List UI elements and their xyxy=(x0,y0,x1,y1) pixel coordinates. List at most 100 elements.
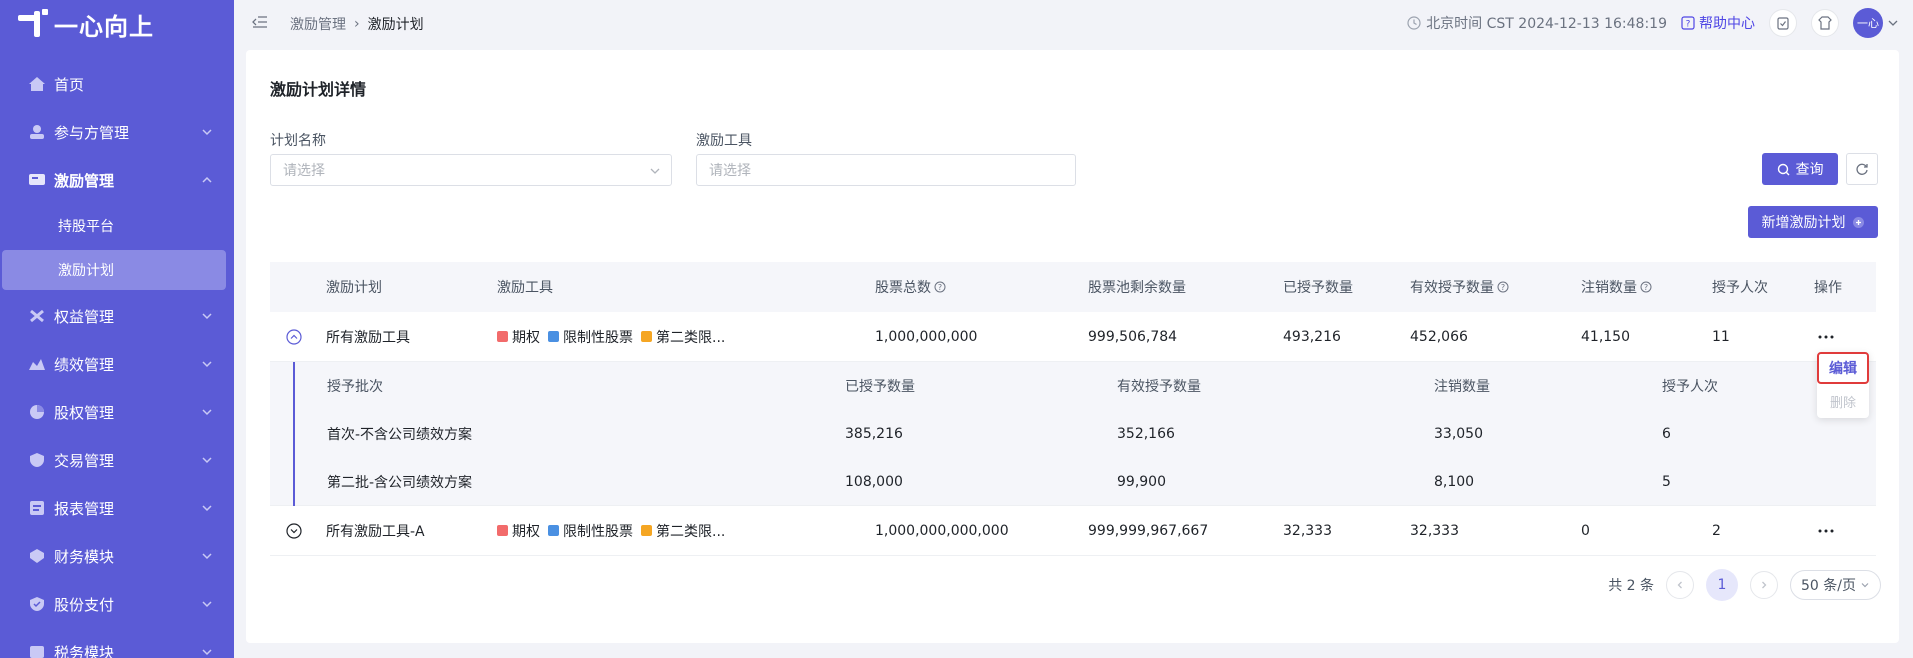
sidebar-subitem-incentive-plan[interactable]: 激励计划 xyxy=(2,250,226,290)
plus-circle-icon xyxy=(1852,216,1864,228)
sidebar-item-equity-rights[interactable]: 权益管理 xyxy=(0,292,234,340)
sub-cell-cancelled: 8,100 xyxy=(1434,474,1475,490)
breadcrumb-separator-icon: › xyxy=(354,16,360,32)
brand-logo[interactable]: 一心向上 xyxy=(18,8,154,41)
collapse-menu-icon[interactable] xyxy=(252,14,268,30)
help-center-link[interactable]: ? 帮助中心 xyxy=(1681,13,1755,33)
tool-placeholder: 请选择 xyxy=(709,163,751,179)
total-count: 共 2 条 xyxy=(1608,578,1655,594)
sidebar-item-home[interactable]: 首页 xyxy=(0,60,234,108)
tool-tag-label: 第二类限... xyxy=(656,523,726,540)
sidebar-item-equity[interactable]: 股权管理 xyxy=(0,388,234,436)
sidebar-item-incentive[interactable]: 激励管理 xyxy=(0,156,234,204)
logo-mark-icon xyxy=(18,9,48,39)
tax-icon xyxy=(28,644,46,658)
query-button[interactable]: 查询 xyxy=(1762,153,1838,185)
question-circle-icon[interactable]: ? xyxy=(934,281,946,293)
tool-tag-label: 限制性股票 xyxy=(563,329,633,346)
sub-cell-granted: 108,000 xyxy=(845,474,903,490)
sidebar-item-trading[interactable]: 交易管理 xyxy=(0,436,234,484)
expand-row-button[interactable] xyxy=(286,506,302,555)
row-actions-popover: 编辑 删除 xyxy=(1817,352,1869,418)
delete-action[interactable]: 删除 xyxy=(1817,386,1869,416)
sidebar-item-performance[interactable]: 绩效管理 xyxy=(0,340,234,388)
svg-text:?: ? xyxy=(938,283,942,292)
prev-page-button[interactable] xyxy=(1666,571,1695,599)
page-number[interactable]: 1 xyxy=(1706,569,1739,601)
sidebar-subitem-label: 激励计划 xyxy=(58,263,114,279)
sub-cell-batch: 首次-不含公司绩效方案 xyxy=(327,427,473,443)
question-circle-icon[interactable]: ? xyxy=(1497,281,1509,293)
breadcrumb-current: 激励计划 xyxy=(367,17,424,33)
more-horizontal-icon xyxy=(1818,335,1834,338)
sidebar: 一心向上 首页 参与方管理 激励管理 持股平台 激励计划 权益管理 绩效管理 股… xyxy=(0,0,234,658)
sidebar-item-label: 参与方管理 xyxy=(54,123,130,142)
sub-cell-batch: 第二批-含公司绩效方案 xyxy=(327,475,473,491)
chevron-down-icon xyxy=(202,553,212,560)
sidebar-item-tax[interactable]: 税务模块 xyxy=(0,628,234,658)
svg-text:?: ? xyxy=(1686,20,1691,30)
tool-tag-label: 第二类限... xyxy=(656,329,726,346)
tasks-button[interactable] xyxy=(1769,9,1797,37)
cell-remaining: 999,506,784 xyxy=(1088,328,1178,345)
header-people: 授予人次 xyxy=(1712,280,1768,296)
badge-icon xyxy=(28,596,46,612)
breadcrumb-item[interactable]: 激励管理 xyxy=(290,14,346,34)
more-actions-button[interactable] xyxy=(1818,506,1834,555)
table-row: 所有激励工具-A 期权 限制性股票 第二类限... 1,000,000,000,… xyxy=(270,506,1876,556)
cell-people: 2 xyxy=(1712,522,1721,539)
question-circle-icon[interactable]: ? xyxy=(1640,281,1652,293)
sidebar-subitem-holding-platform[interactable]: 持股平台 xyxy=(0,204,234,248)
chevron-up-circle-icon xyxy=(286,328,302,345)
sub-cell-effective: 99,900 xyxy=(1117,474,1166,490)
chevron-down-icon xyxy=(1888,20,1898,26)
subheader-people: 授予人次 xyxy=(1662,379,1718,395)
cell-effective: 32,333 xyxy=(1410,522,1459,539)
sidebar-item-reports[interactable]: 报表管理 xyxy=(0,484,234,532)
reset-button[interactable] xyxy=(1846,153,1878,185)
header-actions: 北京时间 CST 2024-12-13 16:48:19 ? 帮助中心 一心 xyxy=(1407,8,1899,38)
cell-remaining: 999,999,967,667 xyxy=(1088,522,1209,539)
edit-action[interactable]: 编辑 xyxy=(1817,352,1869,384)
chevron-up-icon xyxy=(202,176,212,183)
sidebar-item-label: 绩效管理 xyxy=(54,355,115,374)
chevron-down-icon xyxy=(202,457,212,464)
add-plan-label: 新增激励计划 xyxy=(1761,215,1846,231)
cell-tools: 期权 限制性股票 第二类限... xyxy=(497,312,725,361)
sidebar-item-participants[interactable]: 参与方管理 xyxy=(0,108,234,156)
chevron-down-icon xyxy=(202,409,212,416)
add-plan-button[interactable]: 新增激励计划 xyxy=(1748,206,1878,238)
avatar: 一心 xyxy=(1853,8,1883,38)
sidebar-item-share-payment[interactable]: 股份支付 xyxy=(0,580,234,628)
user-menu[interactable]: 一心 xyxy=(1853,8,1899,38)
chevron-down-icon xyxy=(202,601,212,608)
cell-plan: 所有激励工具 xyxy=(326,329,410,346)
header-tool: 激励工具 xyxy=(497,280,553,296)
home-icon xyxy=(28,76,46,92)
page-size-select[interactable]: 50 条/页 xyxy=(1790,570,1881,600)
cell-granted: 32,333 xyxy=(1283,522,1332,539)
header-total: 股票总数 ? xyxy=(875,262,946,312)
theme-button[interactable] xyxy=(1811,9,1839,37)
cell-effective: 452,066 xyxy=(1410,328,1468,345)
sidebar-item-label: 激励管理 xyxy=(54,171,115,190)
table-header: 激励计划 激励工具 股票总数 ? 股票池剩余数量 已授予数量 有效授予数量 ? … xyxy=(270,262,1876,312)
next-page-button[interactable] xyxy=(1750,571,1779,599)
help-icon: ? xyxy=(1681,16,1695,30)
grant-batches-subtable: 授予批次 已授予数量 有效授予数量 注销数量 授予人次 首次-不含公司绩效方案 … xyxy=(270,362,1876,506)
pagination: 共 2 条 1 50 条/页 xyxy=(1608,569,1881,601)
chevron-down-icon xyxy=(202,505,212,512)
finance-icon xyxy=(28,548,46,564)
plan-name-select[interactable]: 请选择 xyxy=(270,154,672,186)
subtable-row: 第二批-含公司绩效方案 108,000 99,900 8,100 5 xyxy=(270,458,1876,506)
collapse-row-button[interactable] xyxy=(286,312,302,361)
tool-select[interactable]: 请选择 xyxy=(696,154,1076,186)
sidebar-item-finance[interactable]: 财务模块 xyxy=(0,532,234,580)
chevron-down-icon xyxy=(1861,583,1869,588)
sidebar-item-label: 股权管理 xyxy=(54,403,115,422)
performance-icon xyxy=(28,356,46,372)
server-time-text: 北京时间 CST 2024-12-13 16:48:19 xyxy=(1426,16,1667,32)
plan-name-label: 计划名称 xyxy=(270,133,326,149)
sidebar-item-label: 财务模块 xyxy=(54,547,115,566)
page-size-label: 50 条/页 xyxy=(1801,578,1856,594)
